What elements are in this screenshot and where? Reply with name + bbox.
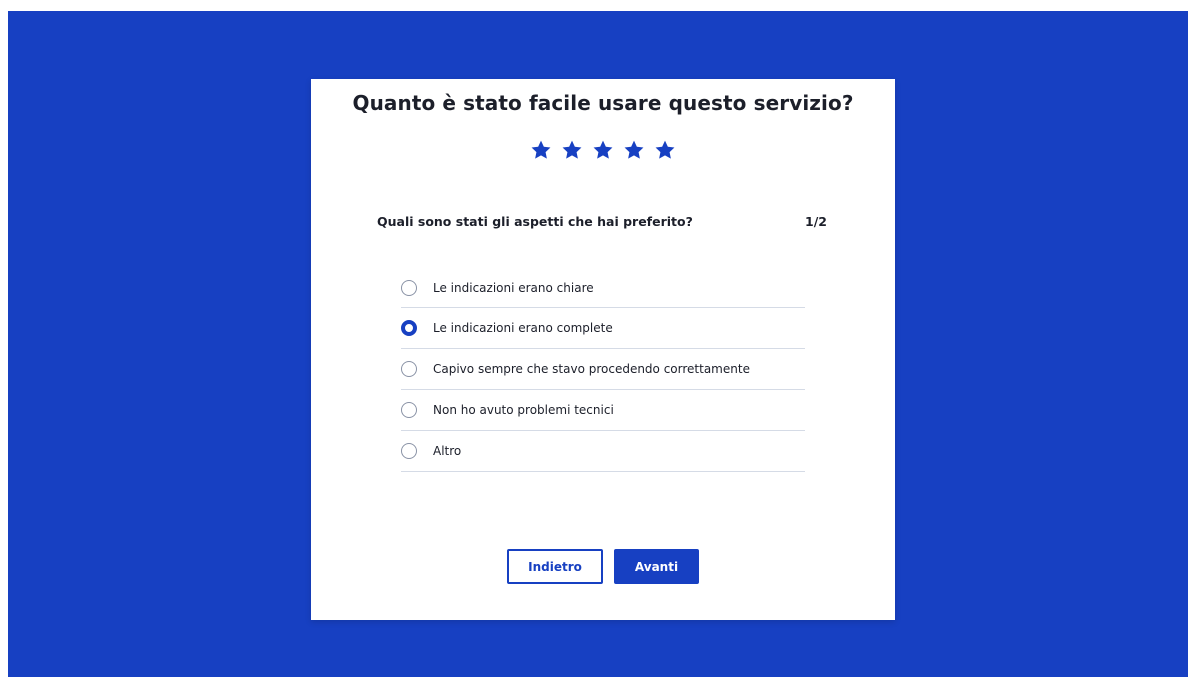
next-button[interactable]: Avanti xyxy=(614,549,699,584)
star-icon[interactable] xyxy=(623,139,645,161)
star-icon[interactable] xyxy=(561,139,583,161)
radio-button[interactable] xyxy=(401,443,417,459)
star-icon[interactable] xyxy=(592,139,614,161)
radio-button[interactable] xyxy=(401,361,417,377)
radio-button[interactable] xyxy=(401,279,417,296)
option-item[interactable]: Capivo sempre che stavo procedendo corre… xyxy=(401,349,805,390)
option-label: Altro xyxy=(433,444,462,458)
option-label: Non ho avuto problemi tecnici xyxy=(433,403,614,417)
feedback-modal: Quanto è stato facile usare questo servi… xyxy=(311,79,895,620)
radio-button[interactable] xyxy=(401,402,417,418)
option-item[interactable]: Altro xyxy=(401,431,805,472)
option-label: Capivo sempre che stavo procedendo corre… xyxy=(433,362,750,376)
star-icon[interactable] xyxy=(530,139,552,161)
option-item[interactable]: Le indicazioni erano chiare xyxy=(401,268,805,308)
star-rating[interactable] xyxy=(311,139,895,171)
option-item[interactable]: Non ho avuto problemi tecnici xyxy=(401,390,805,431)
option-label: Le indicazioni erano complete xyxy=(433,321,613,335)
options-list: Le indicazioni erano chiare Le indicazio… xyxy=(401,268,805,472)
radio-button-selected[interactable] xyxy=(401,320,417,336)
question-text: Quali sono stati gli aspetti che hai pre… xyxy=(377,214,693,229)
back-button[interactable]: Indietro xyxy=(507,549,603,584)
option-label: Le indicazioni erano chiare xyxy=(433,280,594,295)
step-indicator: 1/2 xyxy=(805,214,827,229)
modal-title: Quanto è stato facile usare questo servi… xyxy=(352,91,854,115)
option-item[interactable]: Le indicazioni erano complete xyxy=(401,308,805,349)
star-icon[interactable] xyxy=(654,139,676,161)
